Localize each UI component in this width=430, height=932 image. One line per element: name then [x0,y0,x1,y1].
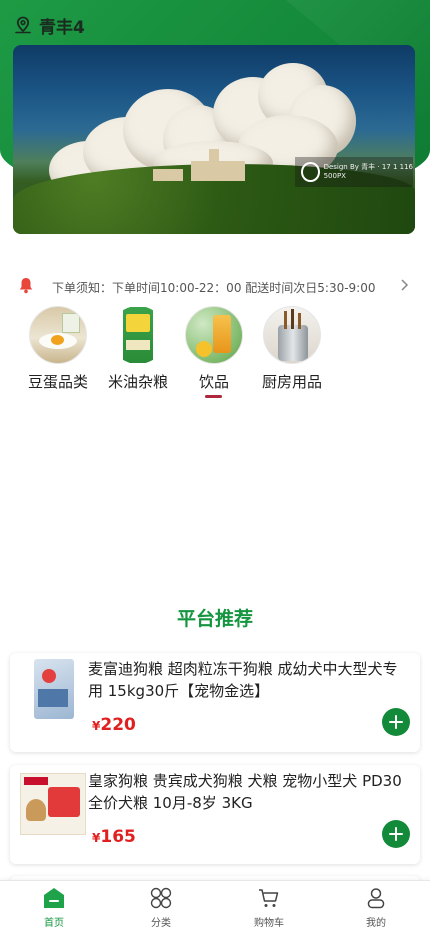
product-image [20,659,88,737]
tab-label: 首页 [44,918,64,929]
watermark-line2: 500PX [323,172,346,180]
category-label: 厨房用品 [261,373,322,391]
bottom-tab-bar: 首页 分类 购物车 我的 [0,880,430,932]
kitchen-image [263,306,321,364]
notice-text: 下单须知：下单时间10:00-22：00 配送时间次日5:30-9:00 [52,281,376,295]
tab-category[interactable]: 分类 [131,887,191,931]
watermark-line1: Design By 青丰 · 17 1 116 [323,163,413,171]
product-card[interactable]: 麦富迪狗粮 超肉粒冻干狗粮 成幼犬中大型犬专用 15kg30斤【宠物金选】 ¥2… [10,653,420,752]
tab-label: 我的 [366,918,386,929]
chevron-right-icon[interactable] [398,278,410,292]
user-icon [367,888,385,909]
banner-building [209,149,219,163]
add-to-cart-button[interactable] [382,820,410,848]
product-title: 麦富迪狗粮 超肉粒冻干狗粮 成幼犬中大型犬专用 15kg30斤【宠物金选】 [88,660,398,700]
promo-banner[interactable]: Design By 青丰 · 17 1 116 500PX [13,45,415,234]
cart-icon [259,889,279,907]
notice-bar[interactable]: 下单须知：下单时间10:00-22：00 配送时间次日5:30-9:00 [0,272,430,300]
tab-label: 分类 [151,918,171,929]
category-label: 豆蛋品类 [27,373,88,391]
tab-home[interactable]: 首页 [24,887,84,931]
product-card[interactable]: 皇家狗粮 贵宾成犬狗粮 犬粮 宠物小型犬 PD30 全价犬粮 10月-8岁 3K… [10,765,420,864]
price-value: 220 [100,715,136,735]
tab-cart[interactable]: 购物车 [239,887,299,931]
product-price: ¥220 [92,715,136,735]
category-label: 饮品 [198,373,229,391]
app-screen: 青丰4 Design By 青丰 · 17 1 116 500PX 下单须知：下… [0,0,430,932]
banner-watermark: Design By 青丰 · 17 1 116 500PX [295,157,413,187]
location-name: 青丰4 [39,17,85,38]
drinks-image [185,306,243,364]
add-to-cart-button[interactable] [382,708,410,736]
home-icon [44,888,64,908]
category-kitchen[interactable]: 厨房用品 [247,306,337,398]
product-image [20,771,88,849]
tab-label: 购物车 [254,918,284,929]
flower-logo-icon [301,162,320,182]
location-selector[interactable]: 青丰4 [14,12,85,38]
eggs-beans-image [29,306,87,364]
product-price: ¥165 [92,827,136,847]
banner-building [153,169,183,181]
section-title: 平台推荐 [176,608,253,630]
tab-profile[interactable]: 我的 [346,887,406,931]
selected-indicator [205,395,222,398]
category-drinks[interactable]: 饮品 [169,306,259,398]
location-pin-icon [15,16,31,34]
rice-oil-image [109,306,167,364]
price-value: 165 [100,827,136,847]
product-title: 皇家狗粮 贵宾成犬狗粮 犬粮 宠物小型犬 PD30 全价犬粮 10月-8岁 3K… [88,772,402,812]
category-icon [150,887,172,909]
bell-icon [19,278,33,294]
category-eggs-beans[interactable]: 豆蛋品类 [13,306,103,398]
banner-building [191,161,245,181]
